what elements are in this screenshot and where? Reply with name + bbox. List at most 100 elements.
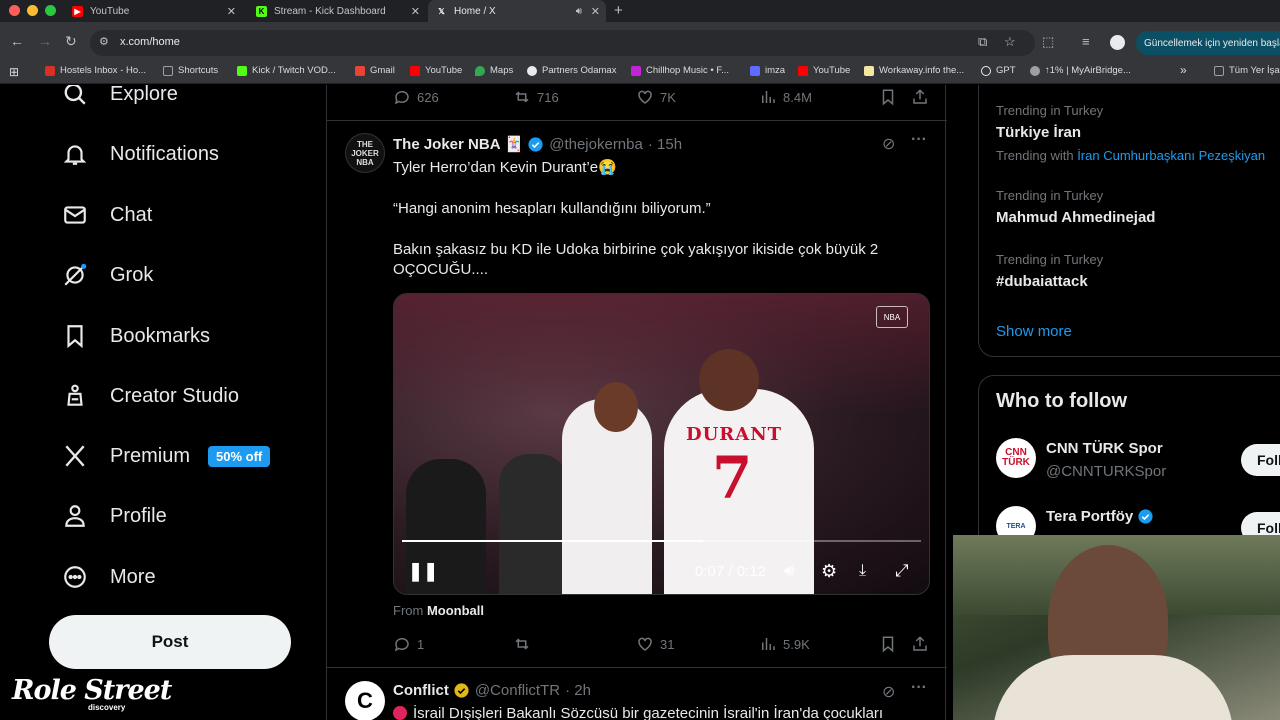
- bookmark-item[interactable]: ↑1% | MyAirBridge...: [1030, 65, 1131, 76]
- minimize-window-button[interactable]: [27, 5, 38, 16]
- tweet-time[interactable]: · 15h: [648, 136, 682, 153]
- views-button[interactable]: 8.4M: [759, 88, 812, 106]
- video-progress-bar[interactable]: [402, 540, 921, 542]
- post-button[interactable]: Post: [49, 615, 291, 669]
- bookmark-item[interactable]: Gmail: [355, 65, 395, 76]
- reply-button[interactable]: 1: [393, 635, 424, 653]
- author-emoji: 🃏: [504, 136, 524, 153]
- timeline-feed: 626 716 7K 8.4M THE JOKER NBA The Joker NB…: [326, 85, 947, 720]
- author-handle[interactable]: @ConflictTR: [475, 682, 560, 699]
- avatar[interactable]: CNN TÜRK: [996, 438, 1036, 478]
- close-tab-icon[interactable]: ✕: [591, 5, 600, 18]
- nav-creator-studio[interactable]: Creator Studio: [60, 376, 239, 416]
- more-bookmarks-button[interactable]: »: [1180, 63, 1187, 77]
- profile-avatar[interactable]: [1110, 35, 1125, 50]
- nav-grok[interactable]: Grok: [60, 255, 153, 295]
- share-icon: [913, 89, 927, 104]
- star-icon[interactable]: ☆: [1004, 34, 1016, 50]
- grok-explain-icon[interactable]: ⊘: [882, 134, 895, 154]
- nav-explore[interactable]: Explore: [60, 85, 178, 114]
- volume-icon[interactable]: 🔊︎: [784, 561, 795, 581]
- close-window-button[interactable]: [9, 5, 20, 16]
- kick-icon: K: [256, 5, 267, 17]
- bookmark-item[interactable]: Kick / Twitch VOD...: [237, 65, 336, 76]
- cast-icon[interactable]: ⧉: [978, 34, 987, 50]
- repost-button[interactable]: 716: [513, 88, 559, 106]
- nav-more[interactable]: More: [60, 557, 156, 597]
- grok-icon: [60, 260, 90, 290]
- close-tab-icon[interactable]: ✕: [411, 5, 420, 18]
- bookmark-item[interactable]: Maps: [475, 65, 513, 76]
- tweet-time[interactable]: · 2h: [565, 682, 591, 699]
- nav-label: Chat: [110, 203, 153, 226]
- new-tab-button[interactable]: +: [614, 2, 623, 19]
- bookmark-item[interactable]: Partners Odamax: [527, 65, 616, 76]
- fullscreen-icon[interactable]: ⤢: [895, 561, 909, 581]
- bookmark-button[interactable]: [879, 88, 903, 106]
- bookmark-item[interactable]: YouTube: [798, 65, 850, 76]
- zoom-window-button[interactable]: [45, 5, 56, 16]
- bookmark-item[interactable]: Workaway.info the...: [864, 65, 964, 76]
- author-name[interactable]: The Joker NBA: [393, 136, 501, 153]
- bookmark-item[interactable]: YouTube: [410, 65, 462, 76]
- nav-notifications[interactable]: Notifications: [60, 134, 219, 174]
- tab-youtube[interactable]: ▶ YouTube ✕: [64, 0, 242, 22]
- reload-icon[interactable]: ↻: [65, 33, 77, 50]
- nav-profile[interactable]: Profile: [60, 496, 167, 536]
- nav-premium[interactable]: Premium 50% off: [60, 436, 271, 476]
- bookmark-item[interactable]: Shortcuts: [163, 65, 218, 76]
- show-more-link[interactable]: Show more: [996, 323, 1072, 340]
- bookmark-item[interactable]: Hostels Inbox - Ho...: [45, 65, 146, 76]
- bookmark-favicon: [237, 65, 247, 76]
- tab-title: YouTube: [90, 5, 130, 17]
- bookmark-button[interactable]: [879, 635, 903, 653]
- picture-in-picture-icon[interactable]: ⤓: [859, 562, 866, 580]
- repost-button[interactable]: [513, 635, 537, 653]
- site-settings-icon[interactable]: ⚙: [99, 35, 109, 48]
- trend-related-link[interactable]: İran Cumhurbaşkanı Pezeşkiyan: [1077, 148, 1265, 163]
- media-icon[interactable]: ≡: [1082, 34, 1090, 49]
- apps-icon[interactable]: ⊞: [9, 65, 19, 79]
- reply-button[interactable]: 626: [393, 88, 439, 106]
- speaker-icon[interactable]: 🔊︎: [576, 6, 582, 17]
- tab-kick-dashboard[interactable]: K Stream - Kick Dashboard ✕: [248, 0, 426, 22]
- all-bookmarks-folder[interactable]: Tüm Yer İşaretleri: [1214, 65, 1280, 76]
- settings-gear-icon[interactable]: ⚙: [821, 561, 837, 582]
- author-handle[interactable]: @thejokernba: [549, 136, 643, 153]
- address-bar[interactable]: ⚙ x.com/home: [90, 30, 1035, 56]
- bookmark-item[interactable]: Chillhop Music • F...: [631, 65, 729, 76]
- forward-icon[interactable]: →: [38, 33, 52, 49]
- more-options-icon[interactable]: ···: [911, 679, 927, 697]
- player-head: [594, 382, 638, 432]
- pause-icon[interactable]: ❚❚: [408, 561, 438, 582]
- video-player[interactable]: DURANT 7 NBA ❚❚ 0:07 / 0:12 🔊︎ ⚙ ⤓ ⤢: [393, 293, 930, 595]
- nav-chat[interactable]: Chat: [60, 195, 152, 235]
- extensions-icon[interactable]: ⬚: [1042, 34, 1054, 50]
- back-icon[interactable]: ←: [10, 33, 24, 49]
- update-button[interactable]: Güncellemek için yeniden başlatın: [1136, 31, 1280, 55]
- maps-icon: [475, 65, 485, 76]
- grok-explain-icon[interactable]: ⊘: [882, 682, 895, 702]
- follow-suggestion-name[interactable]: Tera Portföy: [1046, 508, 1154, 525]
- share-button[interactable]: [911, 635, 935, 653]
- more-options-icon[interactable]: ···: [911, 131, 927, 149]
- nav-bookmarks[interactable]: Bookmarks: [60, 316, 210, 356]
- views-button[interactable]: 5.9K: [759, 635, 810, 653]
- trend-item[interactable]: #dubaiattack: [996, 273, 1088, 290]
- trend-item[interactable]: Türkiye İran: [996, 124, 1081, 141]
- video-source-link[interactable]: Moonball: [427, 603, 484, 618]
- author-name[interactable]: Conflict: [393, 682, 449, 699]
- like-button[interactable]: 7K: [636, 88, 676, 106]
- avatar[interactable]: THE JOKER NBA: [345, 133, 385, 173]
- share-button[interactable]: [911, 88, 935, 106]
- like-button[interactable]: 31: [636, 635, 674, 653]
- bookmark-item[interactable]: GPT: [981, 65, 1016, 76]
- trend-item[interactable]: Mahmud Ahmedinejad: [996, 209, 1155, 226]
- bookmark-item[interactable]: imza: [750, 65, 785, 76]
- tweet-text-line-2: “Hangi anonim hesapları kullandığını bil…: [393, 200, 711, 217]
- follow-suggestion-name[interactable]: CNN TÜRK Spor: [1046, 440, 1163, 457]
- avatar[interactable]: C: [345, 681, 385, 720]
- close-tab-icon[interactable]: ✕: [227, 5, 236, 18]
- tab-home-x[interactable]: 𝕏 Home / X 🔊︎ ✕: [428, 0, 606, 22]
- follow-button[interactable]: Follow: [1241, 444, 1280, 476]
